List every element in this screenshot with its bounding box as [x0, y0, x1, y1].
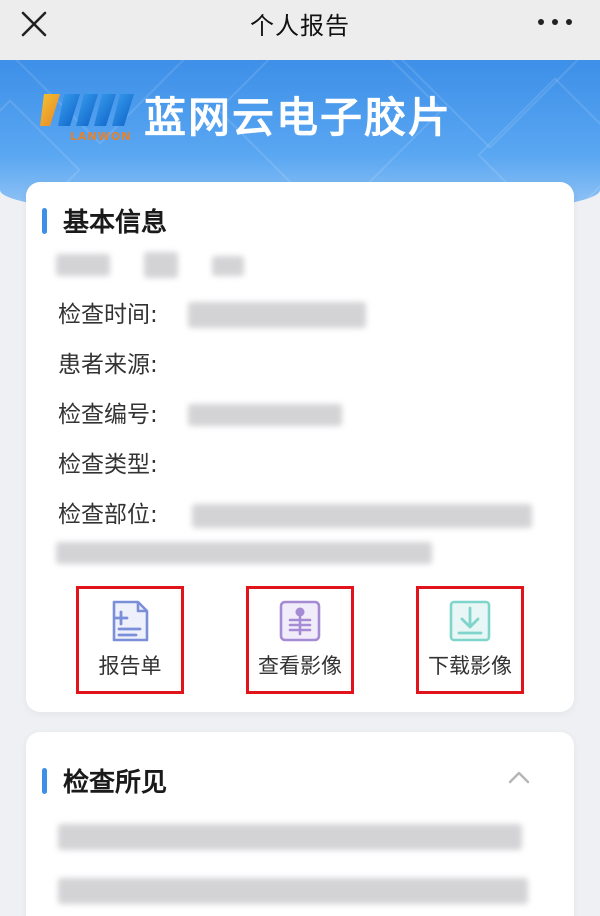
close-icon[interactable] [20, 10, 48, 38]
page-title: 个人报告 [250, 11, 350, 40]
view-image-button[interactable]: 查看影像 [246, 586, 354, 694]
download-image-button[interactable]: 下载影像 [416, 586, 524, 694]
basic-info-header: 基本信息 [42, 202, 167, 239]
logo-text: LANWON [70, 130, 131, 143]
redacted-exam-time [188, 302, 366, 328]
download-icon [449, 600, 491, 642]
field-label-exam-type: 检查类型: [58, 452, 158, 478]
section-accent-bar [42, 767, 47, 794]
field-label-exam-site: 检查部位: [58, 502, 158, 528]
brand-name: 蓝网云电子胶片 [144, 93, 453, 142]
redacted-findings-line1 [58, 824, 522, 850]
redacted-patient-age [212, 256, 244, 276]
field-label-patient-source: 患者来源: [58, 352, 158, 378]
report-button-label: 报告单 [98, 654, 162, 678]
basic-info-card: 基本信息 检查时间: 患者来源: 检查编号: 检查类型: 检查部位: 报告单 查… [26, 182, 574, 712]
report-button[interactable]: 报告单 [76, 586, 184, 694]
view-image-button-label: 查看影像 [258, 654, 342, 678]
more-icon[interactable] [538, 12, 572, 32]
redacted-exam-site-line1 [192, 504, 532, 528]
chevron-up-icon[interactable] [508, 770, 530, 784]
download-image-button-label: 下载影像 [428, 654, 512, 678]
redacted-exam-number [188, 404, 342, 426]
findings-card: 检查所见 [26, 732, 574, 916]
redacted-patient-gender [144, 252, 178, 278]
report-icon [112, 600, 149, 642]
field-label-exam-number: 检查编号: [58, 402, 158, 428]
redacted-exam-site-line2 [56, 542, 432, 564]
view-image-icon [279, 600, 321, 642]
findings-header: 检查所见 [42, 762, 167, 799]
redacted-findings-line2 [58, 878, 528, 904]
basic-info-title: 基本信息 [63, 208, 168, 238]
navigation-bar: 个人报告 [0, 0, 600, 60]
section-accent-bar [42, 207, 47, 234]
brand-logo: LANWON [40, 94, 134, 143]
field-label-exam-time: 检查时间: [58, 302, 158, 328]
redacted-patient-name [56, 254, 110, 276]
findings-title: 检查所见 [63, 768, 168, 798]
action-buttons: 报告单 查看影像 下载影像 [26, 586, 574, 696]
